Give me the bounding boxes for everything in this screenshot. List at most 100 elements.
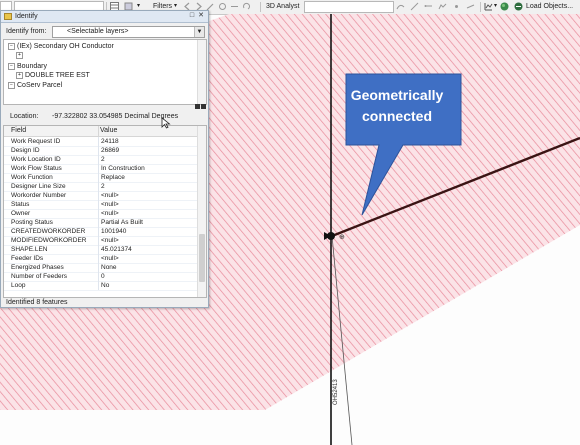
split-tool-icon[interactable] — [230, 2, 239, 11]
field-value: 26869 — [101, 147, 120, 154]
expand-icon[interactable]: − — [8, 42, 15, 50]
field-value: Replace — [101, 174, 125, 181]
rotate-tool-icon[interactable] — [242, 2, 251, 11]
column-divider — [98, 182, 99, 191]
load-objects-icon[interactable] — [514, 2, 523, 11]
column-divider — [98, 164, 99, 173]
vertex-tool-icon[interactable] — [218, 2, 227, 11]
tree-node-boundary[interactable]: − Boundary — [8, 62, 47, 71]
field-name: Workorder Number — [11, 192, 67, 199]
tree-hscroll[interactable] — [1, 104, 208, 110]
contour-icon[interactable] — [396, 2, 405, 11]
identify-from-label: Identify from: — [6, 28, 47, 35]
field-name: Number of Feeders — [11, 273, 67, 280]
3d-layer-combo[interactable] — [304, 1, 394, 13]
identify-from-select[interactable]: <Selectable layers> ▼ — [52, 26, 205, 38]
field-value: In Construction — [101, 165, 145, 172]
field-name: Designer Line Size — [11, 183, 66, 190]
table-row[interactable]: Loop No — [4, 281, 198, 291]
status-text: Identified 8 features — [6, 299, 68, 306]
field-name: Feeder IDs — [11, 255, 44, 262]
load-objects-button[interactable]: Load Objects... — [526, 1, 573, 12]
field-value: <null> — [101, 201, 119, 208]
interpolate-point-icon[interactable] — [452, 2, 461, 11]
field-value: 45.021374 — [101, 246, 132, 253]
chart-dropdown-arrow[interactable]: ▾ — [494, 1, 497, 12]
value-column-header[interactable]: Value — [98, 126, 117, 136]
identify-window-icon — [4, 13, 12, 20]
column-divider — [98, 146, 99, 155]
location-row: Location: -97.322802 33.054985 Decimal D… — [1, 112, 208, 123]
field-value: Partial As Built — [101, 219, 143, 226]
expand-icon[interactable]: − — [8, 81, 15, 89]
field-name: Work Flow Status — [11, 165, 62, 172]
tree-scrollbar[interactable] — [197, 40, 206, 104]
field-name: CREATEDWORKORDER — [11, 228, 86, 235]
field-value: No — [101, 282, 110, 289]
grid-scrollbar[interactable] — [197, 126, 206, 297]
column-divider — [98, 200, 99, 209]
field-name: Status — [11, 201, 30, 208]
cursor-icon — [161, 117, 171, 129]
field-name: Posting Status — [11, 219, 53, 226]
field-name: MODIFIEDWORKORDER — [11, 237, 87, 244]
tree-node-conductor-child[interactable]: + — [16, 51, 25, 60]
field-name: SHAPE.LEN — [11, 246, 48, 253]
field-name: Design ID — [11, 147, 40, 154]
field-name: Work Function — [11, 174, 53, 181]
field-value: 0 — [101, 273, 105, 280]
column-divider — [98, 191, 99, 200]
field-name: Work Request ID — [11, 138, 61, 145]
location-label: Location: — [10, 113, 39, 120]
toolbar-separator-2 — [260, 2, 261, 12]
field-column-header[interactable]: Field — [11, 126, 26, 136]
column-divider — [98, 209, 99, 218]
line-of-sight-icon[interactable] — [424, 2, 433, 11]
steepest-path-icon[interactable] — [410, 2, 419, 11]
field-value: 1001940 — [101, 228, 127, 235]
field-name: Work Location ID — [11, 156, 61, 163]
callout-text: Geometrically connected — [343, 85, 451, 127]
identify-title-bar[interactable]: Identify □ ✕ — [1, 11, 208, 23]
tree-node-parcel[interactable]: − CoServ Parcel — [8, 81, 62, 90]
field-value: None — [101, 264, 117, 271]
column-divider — [98, 173, 99, 182]
field-name: Energized Phases — [11, 264, 64, 271]
column-divider — [98, 236, 99, 245]
field-value: <null> — [101, 237, 119, 244]
identify-title: Identify — [15, 13, 38, 20]
column-divider — [98, 272, 99, 281]
column-divider — [98, 227, 99, 236]
tree-node-double-tree[interactable]: + DOUBLE TREE EST — [16, 71, 90, 80]
junction-symbol: ⊕ — [339, 234, 345, 241]
column-divider — [98, 254, 99, 263]
column-divider — [98, 263, 99, 272]
expand-icon[interactable]: + — [16, 51, 23, 59]
column-divider — [98, 137, 99, 146]
column-divider — [98, 245, 99, 254]
field-value: <null> — [101, 210, 119, 217]
profile-graph-icon[interactable] — [438, 2, 447, 11]
restore-icon[interactable]: □ — [188, 12, 196, 20]
tree-node-conductor[interactable]: − (IEx) Secondary OH Conductor — [8, 42, 114, 51]
toolbar-separator-3 — [480, 2, 481, 12]
globe-icon[interactable] — [500, 2, 509, 11]
expand-icon[interactable]: + — [16, 71, 23, 79]
column-divider — [98, 281, 99, 290]
grid-scroll-thumb[interactable] — [199, 234, 205, 282]
identify-window: Identify □ ✕ Identify from: <Selectable … — [0, 10, 209, 308]
chart-icon[interactable] — [484, 2, 493, 11]
identify-from-value: <Selectable layers> — [67, 28, 129, 35]
callout-line-1: Geometrically — [350, 87, 444, 103]
interpolate-line-icon[interactable] — [466, 2, 475, 11]
expand-icon[interactable]: − — [8, 62, 15, 70]
close-icon[interactable]: ✕ — [197, 12, 205, 20]
attribute-grid: Field Value Work Request ID 24118 Design I… — [3, 125, 207, 298]
location-value: -97.322802 33.054985 Decimal Degrees — [52, 113, 179, 120]
column-divider — [98, 155, 99, 164]
field-name: Loop — [11, 282, 26, 289]
field-value: <null> — [101, 255, 119, 262]
field-value: 2 — [101, 183, 105, 190]
chevron-down-icon[interactable]: ▼ — [194, 27, 204, 37]
field-value: 24118 — [101, 138, 119, 145]
